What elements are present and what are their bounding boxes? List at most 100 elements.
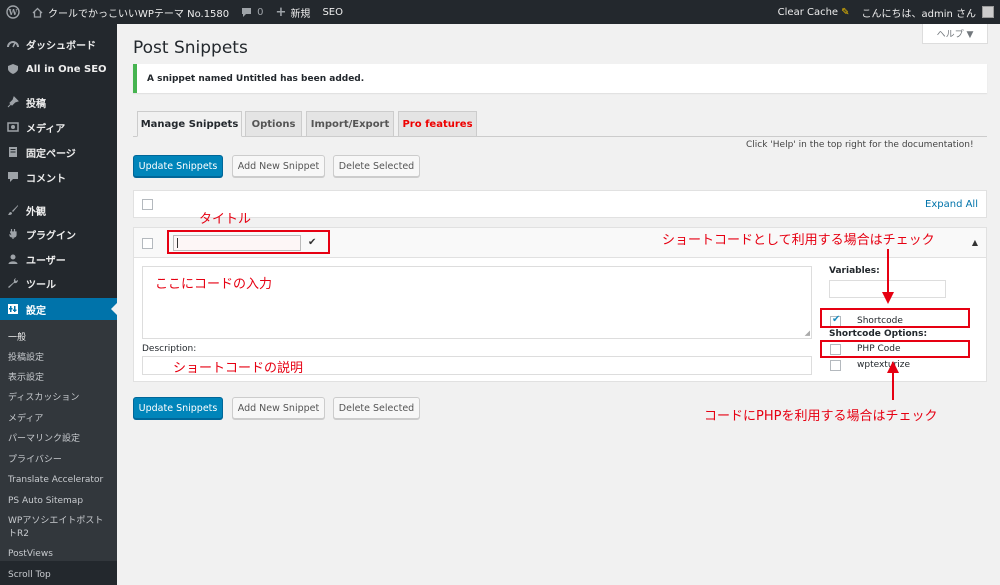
shortcode-highlight-box (820, 308, 970, 328)
menu-item-comments[interactable]: コメント (0, 166, 117, 188)
menu-label: All in One SEO (26, 63, 107, 75)
resize-handle-icon[interactable]: ◢ (805, 330, 810, 337)
help-tab-button[interactable]: ヘルプ ▼ (922, 24, 988, 44)
clear-cache-label: Clear Cache (777, 6, 839, 18)
comment-icon (6, 170, 20, 184)
user-icon (6, 252, 20, 266)
menu-label: 投稿 (26, 98, 46, 110)
seo-label: SEO (322, 6, 343, 18)
avatar (982, 6, 994, 18)
menu-item-dashboard[interactable]: ダッシュボード (0, 33, 117, 55)
add-new-snippet-button[interactable]: Add New Snippet (232, 155, 325, 177)
new-content-link[interactable]: + 新規 (270, 0, 317, 24)
help-hint: Click 'Help' in the top right for the do… (746, 140, 974, 150)
plug-icon (6, 227, 20, 241)
brush-icon (6, 203, 20, 217)
tab-import-export[interactable]: Import/Export (306, 111, 394, 137)
submenu-item-postviews[interactable]: PostViews (8, 548, 53, 560)
site-name-link[interactable]: クールでかっこいいWPテーマ No.1580 (26, 0, 235, 24)
submenu-item-discussion[interactable]: ディスカッション (8, 392, 79, 404)
comments-link[interactable]: 0 (235, 0, 269, 24)
wptexturize-checkbox[interactable] (830, 360, 841, 371)
submenu-item-reading[interactable]: 表示設定 (8, 372, 44, 384)
collapse-arrow-icon[interactable]: ▲ (972, 238, 978, 247)
description-annotation: ショートコードの説明 (173, 361, 304, 376)
site-name: クールでかっこいいWPテーマ No.1580 (48, 8, 230, 20)
php-annotation: コードにPHPを利用する場合はチェック (704, 409, 938, 424)
menu-item-posts[interactable]: 投稿 (0, 91, 117, 113)
submenu-item-writing[interactable]: 投稿設定 (8, 352, 44, 364)
shield-icon (6, 62, 20, 76)
shortcode-annotation: ショートコードとして利用する場合はチェック (662, 233, 935, 248)
submenu-item-scroll-top[interactable]: Scroll Top (8, 569, 51, 581)
title-annotation: タイトル (199, 212, 252, 227)
variables-input[interactable] (829, 280, 946, 298)
pin-icon (6, 95, 20, 109)
clear-cache-link[interactable]: Clear Cache ✎ (772, 0, 856, 24)
submenu-item-translate-accelerator[interactable]: Translate Accelerator (8, 474, 103, 486)
menu-item-plugins[interactable]: プラグイン (0, 223, 117, 245)
page-title: Post Snippets (133, 38, 248, 58)
menu-label: 固定ページ (26, 148, 76, 160)
submenu-item-general[interactable]: 一般 (8, 332, 26, 344)
media-icon (6, 120, 20, 134)
delete-selected-button[interactable]: Delete Selected (333, 155, 420, 177)
menu-label: 設定 (26, 305, 46, 317)
menu-item-media[interactable]: メディア (0, 116, 117, 138)
menu-item-appearance[interactable]: 外観 (0, 199, 117, 221)
comments-count: 0 (257, 6, 264, 18)
my-account-link[interactable]: こんにちは、admin さん (855, 0, 1000, 24)
menu-item-all-in-one-seo[interactable]: All in One SEO (0, 58, 117, 80)
description-label: Description: (142, 344, 197, 354)
update-snippets-button-bottom[interactable]: Update Snippets (133, 397, 223, 419)
php-code-highlight-box (820, 340, 970, 358)
submenu-item-privacy[interactable]: プライバシー (8, 454, 62, 466)
expand-all-link[interactable]: Expand All (925, 199, 978, 210)
menu-item-users[interactable]: ユーザー (0, 248, 117, 270)
new-label: 新規 (290, 8, 311, 20)
submenu-item-ps-auto-sitemap[interactable]: PS Auto Sitemap (8, 495, 83, 507)
broom-icon: ✎ (841, 6, 850, 18)
success-notice: A snippet named Untitled has been added. (133, 64, 987, 93)
menu-label: 外観 (26, 206, 46, 218)
add-new-snippet-button-bottom[interactable]: Add New Snippet (232, 397, 325, 419)
menu-label: ツール (26, 279, 56, 291)
comment-icon (241, 7, 252, 18)
menu-label: ユーザー (26, 255, 66, 267)
submenu-item-wp-associate-post-line2: トR2 (8, 529, 29, 539)
tab-options[interactable]: Options (245, 111, 302, 137)
wptexturize-label: wptexturize (857, 360, 911, 370)
greeting: こんにちは、admin さん (861, 8, 976, 20)
notice-text: A snippet named Untitled has been added. (147, 73, 365, 84)
wrench-icon (6, 276, 20, 290)
menu-label: プラグイン (26, 230, 76, 242)
plus-icon: + (275, 4, 287, 20)
menu-label: コメント (26, 173, 66, 185)
submenu-item-wp-associate-post[interactable]: WPアソシエイトポスト (8, 515, 103, 527)
menu-item-settings[interactable]: 設定 (0, 298, 117, 320)
settings-submenu: 一般 投稿設定 表示設定 ディスカッション メディア パーマリンク設定 プライバ… (0, 320, 117, 580)
shortcode-options-label: Shortcode Options: (829, 329, 928, 339)
menu-label: メディア (26, 123, 66, 135)
menu-item-tools[interactable]: ツール (0, 272, 117, 294)
tab-manage-snippets[interactable]: Manage Snippets (137, 111, 242, 137)
wordpress-logo-icon[interactable]: W (0, 0, 26, 24)
admin-bar: W クールでかっこいいWPテーマ No.1580 0 + 新規 SEO Clea… (0, 0, 1000, 24)
update-snippets-button[interactable]: Update Snippets (133, 155, 223, 177)
snippet-select-checkbox[interactable] (142, 238, 153, 249)
page-icon (6, 145, 20, 159)
settings-icon (6, 302, 20, 316)
seo-menu-link[interactable]: SEO (316, 0, 349, 24)
tab-pro-features[interactable]: Pro features (398, 111, 477, 137)
menu-item-pages[interactable]: 固定ページ (0, 141, 117, 163)
variables-label: Variables: (829, 266, 880, 276)
home-icon (32, 7, 43, 18)
submenu-item-permalink[interactable]: パーマリンク設定 (8, 433, 80, 445)
select-all-checkbox[interactable] (142, 199, 153, 210)
dashboard-icon (6, 37, 20, 51)
submenu-item-media[interactable]: メディア (8, 413, 43, 425)
svg-text:W: W (8, 7, 19, 17)
snippets-header-row: Expand All (133, 190, 987, 218)
delete-selected-button-bottom[interactable]: Delete Selected (333, 397, 420, 419)
title-highlight-box (167, 230, 330, 254)
